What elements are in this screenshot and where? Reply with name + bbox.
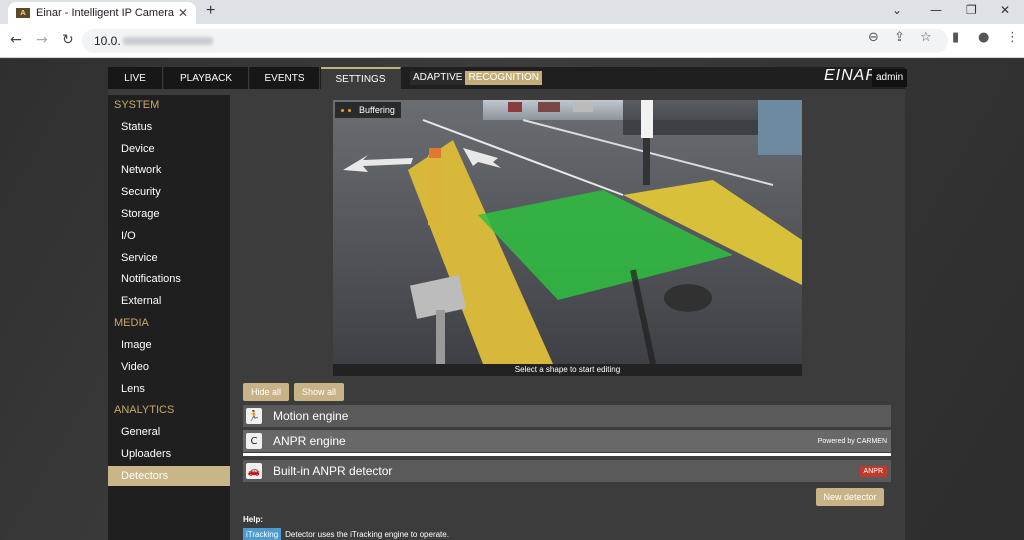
url-text: 10.0. bbox=[94, 34, 121, 48]
carmen-c-icon: C bbox=[246, 433, 262, 449]
sidebar-header-media: MEDIA bbox=[114, 317, 149, 329]
itracking-badge: iTracking bbox=[243, 528, 282, 540]
sidebar-item-io[interactable]: I/O bbox=[121, 230, 136, 242]
selection-divider bbox=[243, 453, 891, 456]
tab-title: Einar - Intelligent IP Camera bbox=[36, 7, 174, 19]
help-title: Help: bbox=[243, 515, 263, 524]
favicon-icon: A bbox=[16, 8, 30, 18]
builtin-anpr-label: Built-in ANPR detector bbox=[273, 464, 393, 478]
motion-runner-icon: 🏃 bbox=[246, 408, 262, 424]
sidebar-item-external[interactable]: External bbox=[121, 295, 161, 307]
sidebar-item-security[interactable]: Security bbox=[121, 186, 161, 198]
restore-icon[interactable]: ❐ bbox=[966, 3, 977, 17]
car-icon: 🚗 bbox=[246, 463, 262, 479]
new-tab-button[interactable]: + bbox=[206, 2, 215, 20]
tab-search-chevron-icon[interactable]: ⌄ bbox=[892, 3, 902, 17]
reload-icon[interactable]: ↻ bbox=[62, 32, 74, 48]
user-badge[interactable]: admin bbox=[872, 69, 908, 87]
camera-scene bbox=[333, 100, 802, 364]
sidebar-header-analytics: ANALYTICS bbox=[114, 404, 175, 416]
sidebar-item-storage[interactable]: Storage bbox=[121, 208, 160, 220]
motion-engine-label: Motion engine bbox=[273, 409, 349, 423]
hide-all-button[interactable]: Hide all bbox=[243, 383, 289, 401]
address-bar[interactable]: 10.0. bbox=[82, 29, 948, 53]
sidebar-item-service[interactable]: Service bbox=[121, 252, 158, 264]
browser-menu-icon[interactable]: ⋮ bbox=[1006, 30, 1019, 45]
back-icon[interactable]: ← bbox=[10, 32, 22, 48]
sidebar-item-video[interactable]: Video bbox=[121, 361, 149, 373]
profile-avatar-icon[interactable]: ● bbox=[978, 30, 989, 45]
buffering-indicator: Buffering bbox=[335, 102, 401, 118]
sidebar-item-detectors[interactable]: Detectors bbox=[108, 466, 230, 486]
brand-logo: EINAR bbox=[824, 67, 878, 84]
builtin-anpr-detector-row[interactable]: 🚗 Built-in ANPR detector ANPR bbox=[243, 460, 891, 482]
forward-icon[interactable]: → bbox=[36, 32, 48, 48]
powered-by-carmen: Powered by CARMEN bbox=[817, 437, 887, 445]
browser-toolbar: ← → ↻ 10.0. ⊖ ⇪ ☆ ▮ ● ⋮ bbox=[0, 24, 1024, 58]
top-navigation: LIVE PLAYBACK EVENTS SETTINGS ADAPTIVE R… bbox=[108, 67, 908, 89]
browser-tabbar: A Einar - Intelligent IP Camera ✕ + ⌄ — … bbox=[0, 0, 1024, 24]
tab-playback[interactable]: PLAYBACK bbox=[164, 67, 249, 89]
minimize-icon[interactable]: — bbox=[930, 3, 942, 17]
sidebar-header-system: SYSTEM bbox=[114, 99, 160, 111]
anpr-engine-row[interactable]: C ANPR engine Powered by CARMEN bbox=[243, 430, 891, 452]
close-tab-icon[interactable]: ✕ bbox=[178, 6, 188, 20]
sidebar-item-network[interactable]: Network bbox=[121, 164, 161, 176]
camera-video-feed[interactable]: Buffering bbox=[333, 100, 802, 364]
loading-dot-icon bbox=[348, 108, 351, 112]
loading-dot-icon bbox=[341, 108, 344, 112]
adaptive-text: ADAPTIVE bbox=[410, 71, 466, 85]
sidebar-item-uploaders[interactable]: Uploaders bbox=[121, 448, 171, 460]
buffering-text: Buffering bbox=[359, 105, 395, 115]
sidepanel-icon[interactable]: ▮ bbox=[952, 30, 959, 45]
window-close-icon[interactable]: ✕ bbox=[1000, 3, 1010, 17]
tab-settings[interactable]: SETTINGS bbox=[321, 67, 401, 89]
new-detector-button[interactable]: New detector bbox=[816, 488, 884, 506]
settings-sidebar: SYSTEM Status Device Network Security St… bbox=[108, 95, 230, 540]
show-all-button[interactable]: Show all bbox=[294, 383, 344, 401]
camera-app: LIVE PLAYBACK EVENTS SETTINGS ADAPTIVE R… bbox=[108, 67, 908, 540]
adaptive-recognition-logo: ADAPTIVE RECOGNITION bbox=[410, 71, 543, 85]
help-text-line: iTracking Detector uses the iTracking en… bbox=[243, 528, 449, 540]
tab-live[interactable]: LIVE bbox=[108, 67, 163, 89]
url-redacted bbox=[122, 37, 213, 45]
bookmark-star-icon[interactable]: ☆ bbox=[920, 30, 932, 45]
video-caption: Select a shape to start editing bbox=[333, 364, 802, 376]
anpr-engine-label: ANPR engine bbox=[273, 434, 346, 448]
sidebar-item-device[interactable]: Device bbox=[121, 143, 155, 155]
sidebar-item-notifications[interactable]: Notifications bbox=[121, 273, 181, 285]
tab-events[interactable]: EVENTS bbox=[250, 67, 320, 89]
sidebar-item-lens[interactable]: Lens bbox=[121, 383, 145, 395]
zoom-icon[interactable]: ⊖ bbox=[868, 30, 879, 45]
help-text: Detector uses the iTracking engine to op… bbox=[285, 530, 449, 539]
sidebar-item-image[interactable]: Image bbox=[121, 339, 152, 351]
share-icon[interactable]: ⇪ bbox=[894, 30, 905, 45]
motion-engine-row[interactable]: 🏃 Motion engine bbox=[243, 405, 891, 427]
anpr-badge: ANPR bbox=[859, 465, 887, 477]
sidebar-item-general[interactable]: General bbox=[121, 426, 160, 438]
recognition-text: RECOGNITION bbox=[465, 71, 543, 85]
browser-tab[interactable]: A Einar - Intelligent IP Camera ✕ bbox=[8, 2, 196, 24]
sidebar-item-status[interactable]: Status bbox=[121, 121, 152, 133]
